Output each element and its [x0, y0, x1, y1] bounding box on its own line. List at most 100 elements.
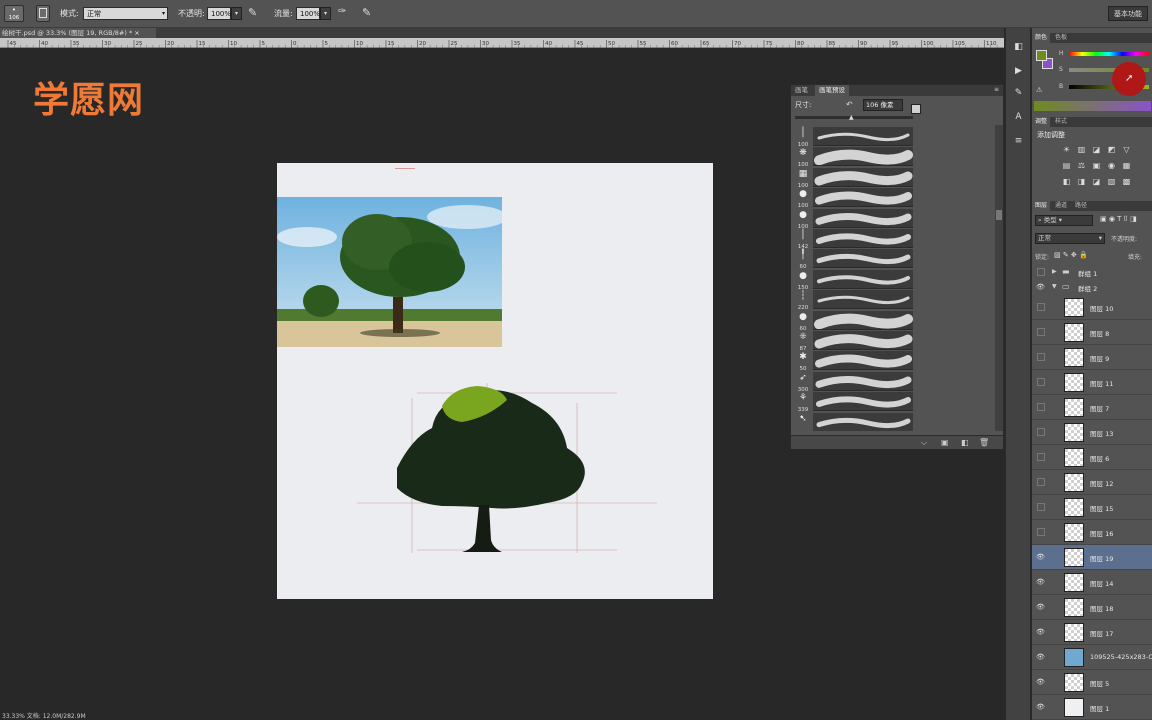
brush-stroke-preview[interactable] — [813, 290, 913, 310]
tab-brush[interactable]: 画笔 — [791, 85, 812, 96]
layer-filter-icons[interactable]: ▣ ◉ T ⌷ ◨ — [1100, 215, 1150, 226]
foreground-color-swatch[interactable] — [1036, 50, 1047, 61]
layer-row[interactable]: 👁 图层 17 — [1032, 620, 1152, 645]
layer-group-row[interactable]: 👁 ▼ ▭ 群组 2 — [1032, 280, 1152, 295]
brush-tip-icon[interactable]: ❋ 100 — [793, 147, 813, 168]
delete-brush-icon[interactable]: 🗑 — [979, 438, 989, 447]
new-preset-icon[interactable] — [911, 104, 921, 114]
eye-icon[interactable]: 👁 — [1036, 603, 1046, 612]
brush-tip-icon[interactable]: ╿ 60 — [793, 249, 813, 270]
document-tab[interactable]: 绘树干.psd @ 33.3% (图层 19, RGB/8#) * × — [0, 28, 156, 38]
pressure-opacity-icon[interactable]: ✎ — [248, 6, 262, 20]
invert-icon[interactable]: ◧ — [1062, 177, 1071, 186]
brush-tip-icon[interactable]: ▦ 100 — [793, 168, 813, 189]
brush-stroke-preview[interactable] — [813, 392, 913, 412]
brush-stroke-preview[interactable] — [813, 371, 913, 391]
brush-stroke-preview[interactable] — [813, 127, 913, 146]
layer-row[interactable]: 👁 图层 14 — [1032, 570, 1152, 595]
tab-brush-presets[interactable]: 画笔预设 — [815, 85, 849, 96]
brush-stroke-preview[interactable] — [813, 147, 913, 167]
size-slider[interactable] — [795, 116, 913, 119]
layer-row[interactable]: 👁 图层 5 — [1032, 670, 1152, 695]
brush-stroke-preview[interactable] — [813, 269, 913, 289]
brush-preset-picker[interactable]: • 106 — [4, 5, 24, 22]
brush-tip-icon[interactable]: ➶ 300 — [793, 372, 813, 393]
gradient-map-icon[interactable]: ▧ — [1107, 177, 1116, 186]
layer-row[interactable]: 图层 16 — [1032, 520, 1152, 545]
color-balance-icon[interactable]: ⚖ — [1077, 161, 1086, 170]
visibility-box[interactable] — [1037, 503, 1045, 511]
layer-row[interactable]: 图层 12 — [1032, 470, 1152, 495]
new-brush-icon[interactable]: ◧ — [961, 438, 969, 447]
visibility-box[interactable] — [1037, 268, 1045, 276]
tab-channels[interactable]: 通道 — [1052, 201, 1070, 211]
eye-icon[interactable]: 👁 — [1036, 283, 1046, 292]
brush-stroke-preview[interactable] — [813, 249, 913, 269]
photo-filter-icon[interactable]: ◉ — [1107, 161, 1116, 170]
layer-row[interactable]: 图层 11 — [1032, 370, 1152, 395]
grid-view-icon[interactable]: ▣ — [941, 438, 949, 447]
mode-dropdown[interactable]: 正常 ▾ — [83, 7, 168, 20]
brush-tip-icon[interactable]: ⁜ 87 — [793, 331, 813, 352]
size-input[interactable]: 106 像素 — [863, 99, 903, 111]
brush-scrollbar[interactable] — [995, 125, 1003, 431]
layer-kind-filter[interactable]: ⌕ 类型 ▾ — [1035, 215, 1093, 226]
eye-icon[interactable]: 👁 — [1036, 578, 1046, 587]
layer-row[interactable]: 👁 图层 1 — [1032, 695, 1152, 720]
layer-row[interactable]: 图层 9 — [1032, 345, 1152, 370]
brush-tip-icon[interactable]: │ 100 — [793, 127, 813, 148]
opacity-dropdown-arrow-icon[interactable]: ▾ — [231, 7, 242, 20]
eye-icon[interactable]: 👁 — [1036, 678, 1046, 687]
brush-tip-icon[interactable]: ● 150 — [793, 270, 813, 291]
levels-icon[interactable]: ▥ — [1077, 145, 1086, 154]
expand-arrow-icon[interactable]: ▶ — [1052, 268, 1057, 275]
brush-tip-icon[interactable]: │ 142 — [793, 229, 813, 250]
brush-stroke-preview[interactable] — [813, 167, 913, 187]
panel-menu-icon[interactable]: ≡ — [994, 86, 999, 93]
visibility-box[interactable] — [1037, 378, 1045, 386]
selective-color-icon[interactable]: ▩ — [1122, 177, 1131, 186]
layer-row[interactable]: 图层 7 — [1032, 395, 1152, 420]
color-ramp[interactable] — [1034, 101, 1151, 111]
bw-icon[interactable]: ▣ — [1092, 161, 1101, 170]
properties-icon[interactable]: ≡ — [1010, 136, 1027, 150]
eye-icon[interactable]: 👁 — [1036, 628, 1046, 637]
tab-color[interactable]: 颜色 — [1032, 33, 1051, 43]
brush-tip-icon[interactable]: ● 100 — [793, 188, 813, 209]
channel-mixer-icon[interactable]: ▦ — [1122, 161, 1131, 170]
brush-stroke-preview[interactable] — [813, 351, 913, 371]
opacity-input[interactable]: 100% — [207, 7, 231, 20]
tab-swatches[interactable]: 色板 — [1052, 33, 1070, 43]
brush-tip-icon[interactable]: ➷ — [793, 413, 813, 431]
brush-stroke-preview[interactable] — [813, 331, 913, 350]
exposure-icon[interactable]: ◩ — [1107, 145, 1116, 154]
toggle-brush-panel-icon[interactable]: ⌵ — [921, 438, 927, 448]
visibility-box[interactable] — [1037, 478, 1045, 486]
reset-size-icon[interactable]: ↶ — [846, 100, 853, 109]
layer-row[interactable]: 图层 15 — [1032, 495, 1152, 520]
posterize-icon[interactable]: ◨ — [1077, 177, 1086, 186]
brush-stroke-preview[interactable] — [813, 188, 913, 208]
brush-panel-toggle-icon[interactable] — [36, 5, 50, 22]
layer-row[interactable]: 👁 109525-425x283-Oa — [1032, 645, 1152, 670]
eye-icon[interactable]: 👁 — [1036, 653, 1046, 662]
tab-adjustments[interactable]: 调整 — [1032, 117, 1051, 127]
pressure-size-icon[interactable]: ✎ — [362, 6, 376, 20]
layer-row[interactable]: 👁 图层 18 — [1032, 595, 1152, 620]
brush-tip-icon[interactable]: ● 60 — [793, 311, 813, 332]
layer-row[interactable]: 图层 13 — [1032, 420, 1152, 445]
actions-icon[interactable]: ▶ — [1010, 66, 1027, 80]
visibility-box[interactable] — [1037, 528, 1045, 536]
brush-tip-icon[interactable]: ┆ 220 — [793, 290, 813, 311]
tab-styles[interactable]: 样式 — [1052, 117, 1070, 127]
layer-group-row[interactable]: ▶ ▬ 群组 1 — [1032, 265, 1152, 280]
size-slider-thumb[interactable]: ▲ — [849, 114, 854, 121]
flow-dropdown-arrow-icon[interactable]: ▾ — [320, 7, 331, 20]
character-icon[interactable]: A — [1010, 112, 1027, 126]
eye-icon[interactable]: 👁 — [1036, 553, 1046, 562]
brush-tip-icon[interactable]: ✱ 50 — [793, 351, 813, 372]
brush-stroke-preview[interactable] — [813, 310, 913, 330]
threshold-icon[interactable]: ◪ — [1092, 177, 1101, 186]
layer-row[interactable]: 图层 10 — [1032, 295, 1152, 320]
brush-panel-icon[interactable]: ✎ — [1010, 88, 1027, 102]
